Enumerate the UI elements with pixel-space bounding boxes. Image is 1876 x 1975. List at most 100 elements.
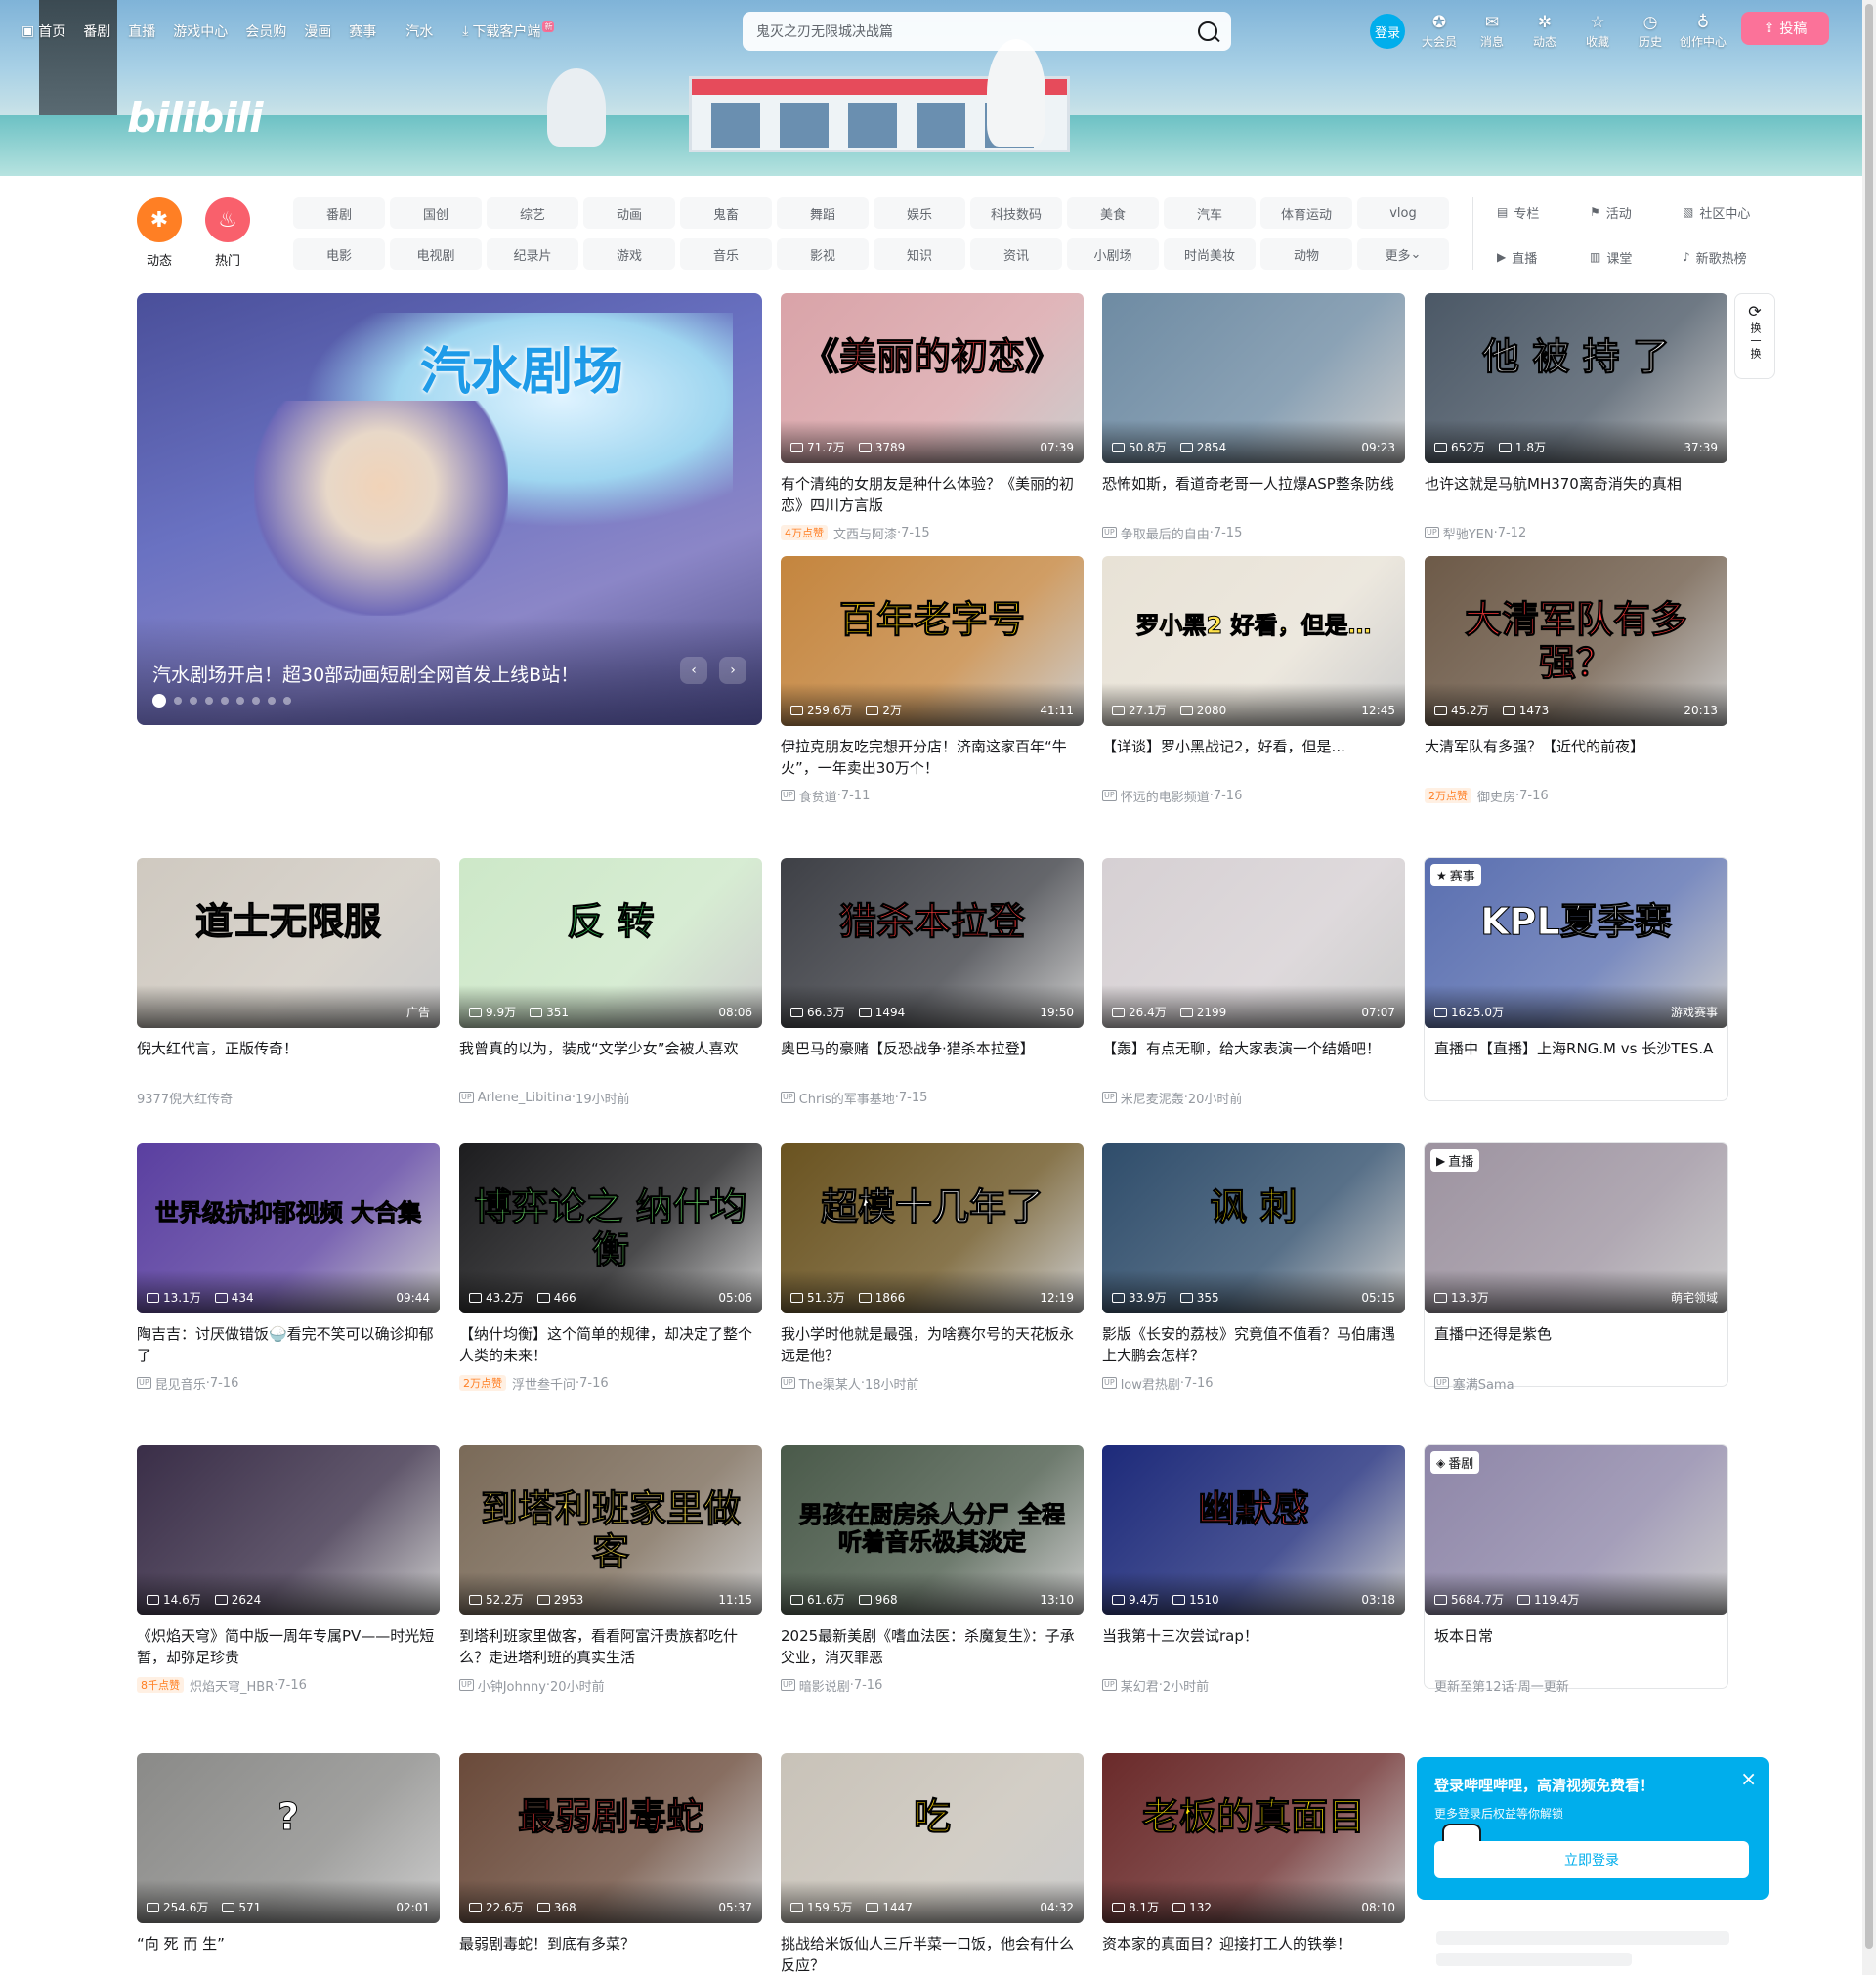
carousel-dot[interactable] xyxy=(268,697,276,705)
nav-item[interactable]: 赛事 xyxy=(349,21,376,41)
channel-tag[interactable]: 电影 xyxy=(293,238,385,270)
video-title[interactable]: “向 死 而 生” xyxy=(137,1933,440,1975)
channel-tag[interactable]: 综艺 xyxy=(487,197,578,229)
video-title[interactable]: 我小学时他就是最强，为啥赛尔号的天花板永远是他？ xyxy=(781,1323,1084,1366)
channel-tag[interactable]: 小剧场 xyxy=(1067,238,1159,270)
video-title[interactable]: 【详谈】罗小黑战记2，好看，但是... xyxy=(1102,736,1405,779)
video-thumbnail[interactable]: 14.6万 2624 xyxy=(137,1445,440,1615)
close-icon[interactable]: × xyxy=(1740,1767,1757,1790)
video-card[interactable]: 博弈论之 纳什均衡 43.2万 466 05:06 【纳什均衡】这个简单的规律，却决定了… xyxy=(459,1143,762,1393)
video-card[interactable]: 讽 刺 33.9万 355 05:15 影版《长安的荔枝》究竟值不值看？马伯庸遇上大鹏会… xyxy=(1102,1143,1405,1393)
video-card[interactable]: 男孩在厨房杀人分尸 全程听着音乐极其淡定 61.6万 968 13:10 2025最新美… xyxy=(781,1445,1084,1695)
hero-prev-button[interactable]: ‹ xyxy=(680,657,707,684)
nav-item[interactable]: 直播 xyxy=(128,21,155,41)
video-title[interactable]: 【轰】有点无聊，给大家表演一个结婚吧！ xyxy=(1102,1038,1405,1081)
video-thumbnail[interactable]: 反 转 9.9万 351 08:06 xyxy=(459,858,762,1028)
nav-item[interactable]: 漫画 xyxy=(304,21,331,41)
video-card[interactable]: 超模十几年了 51.3万 1866 12:19 我小学时他就是最强，为啥赛尔号的天花板永… xyxy=(781,1143,1084,1393)
uploader-name[interactable]: 浮世叁千问 xyxy=(512,1374,576,1393)
side-link[interactable]: ▤ 专栏 xyxy=(1497,203,1575,222)
video-title[interactable]: 奥巴马的豪赌【反恐战争·猎杀本拉登】 xyxy=(781,1038,1084,1081)
uploader-name[interactable]: 塞满Sama xyxy=(1453,1374,1514,1393)
video-card[interactable]: 反 转 9.9万 351 08:06 我曾真的以为，装成“文学少女”会被人喜欢 UP Arl… xyxy=(459,858,762,1107)
video-title[interactable]: 【纳什均衡】这个简单的规律，却决定了整个人类的未来！ xyxy=(459,1323,762,1366)
uploader-name[interactable]: 争取最后的自由 xyxy=(1121,524,1210,542)
hero-carousel[interactable]: 汽水剧场 汽水剧场开启！超30部动画短剧全网首发上线B站！ ‹ › xyxy=(137,293,762,725)
video-title[interactable]: 最弱剧毒蛇！到底有多菜？ xyxy=(459,1933,762,1975)
video-thumbnail[interactable]: 50.8万 2854 09:23 xyxy=(1102,293,1405,463)
channel-hot[interactable]: ♨ 热门 xyxy=(205,197,250,269)
upload-button[interactable]: ⇪ 投稿 xyxy=(1741,12,1829,45)
carousel-dot[interactable] xyxy=(152,694,166,708)
carousel-dot[interactable] xyxy=(221,697,229,705)
channel-tag[interactable]: 国创 xyxy=(390,197,482,229)
video-card[interactable]: 26.4万 2199 07:07 【轰】有点无聊，给大家表演一个结婚吧！ UP 米尼麦泥轰… xyxy=(1102,858,1405,1107)
channel-tag[interactable]: 知识 xyxy=(874,238,965,270)
channel-tag[interactable]: 体育运动 xyxy=(1260,197,1352,229)
hero-caption[interactable]: 汽水剧场开启！超30部动画短剧全网首发上线B站！ xyxy=(152,661,578,687)
side-link[interactable]: ♪ 新歌热榜 xyxy=(1683,248,1780,267)
channel-tag[interactable]: 资讯 xyxy=(970,238,1062,270)
video-card[interactable]: 世界级抗抑郁视频 大合集 13.1万 434 09:44 陶吉吉：讨厌做错饭🍚看完不笑可… xyxy=(137,1143,440,1393)
uploader-name[interactable]: 犁驰YEN xyxy=(1443,524,1494,542)
channel-tag[interactable]: 舞蹈 xyxy=(777,197,869,229)
uploader-name[interactable]: 更新至第12话 xyxy=(1434,1676,1514,1695)
video-card[interactable]: 幽默感 9.4万 1510 03:18 当我第十三次尝试rap！ UP 某幻君 · 2小时前 xyxy=(1102,1445,1405,1695)
channel-tag[interactable]: 汽车 xyxy=(1164,197,1256,229)
channel-tag[interactable]: 鬼畜 xyxy=(680,197,772,229)
video-thumbnail[interactable]: ▶ 直播 13.3万 萌宅领域 xyxy=(1425,1143,1727,1313)
uploader-name[interactable]: 食贫道 xyxy=(799,787,837,805)
video-card[interactable]: 猎杀本拉登 66.3万 1494 19:50 奥巴马的豪赌【反恐战争·猎杀本拉登】 UP C… xyxy=(781,858,1084,1107)
right-nav-item[interactable]: ♁ 创作中心 xyxy=(1677,12,1729,50)
video-thumbnail[interactable]: 世界级抗抑郁视频 大合集 13.1万 434 09:44 xyxy=(137,1143,440,1313)
side-link[interactable]: ▶ 直播 xyxy=(1497,248,1575,267)
video-thumbnail[interactable]: 猎杀本拉登 66.3万 1494 19:50 xyxy=(781,858,1084,1028)
video-card[interactable]: 到塔利班家里做客 52.2万 2953 11:15 到塔利班家里做客，看看阿富汗贵族都吃… xyxy=(459,1445,762,1695)
video-thumbnail[interactable]: 罗小黑2 好看，但是… 27.1万 2080 12:45 xyxy=(1102,556,1405,726)
video-thumbnail[interactable]: 百年老字号 259.6万 2万 41:11 xyxy=(781,556,1084,726)
uploader-name[interactable]: Arlene_Libitina xyxy=(478,1091,572,1105)
carousel-dot[interactable] xyxy=(236,697,244,705)
channel-tag[interactable]: 影视 xyxy=(777,238,869,270)
channel-tag[interactable]: 动画 xyxy=(583,197,675,229)
scrollbar[interactable] xyxy=(1862,0,1876,1975)
right-nav-item[interactable]: ✪ 大会员 xyxy=(1413,12,1466,50)
video-title[interactable]: 倪大红代言，正版传奇！ xyxy=(137,1038,440,1081)
uploader-name[interactable]: 文西与阿漆 xyxy=(833,524,897,542)
video-card[interactable]: 吃 159.5万 1447 04:32 挑战给米饭仙人三斤半菜一口饭，他会有什么反应？ xyxy=(781,1753,1084,1975)
video-card[interactable]: ◈ 番剧 5684.7万 119.4万 坂本日常 更新至第12话 · 周一更新 xyxy=(1425,1445,1727,1695)
carousel-dot[interactable] xyxy=(190,697,197,705)
refresh-button[interactable]: ⟳ 换一换 xyxy=(1734,293,1775,379)
video-card[interactable]: 罗小黑2 好看，但是… 27.1万 2080 12:45 【详谈】罗小黑战记2，好看，但… xyxy=(1102,556,1405,805)
side-link[interactable]: ▥ 课堂 xyxy=(1590,248,1668,267)
video-thumbnail[interactable]: 博弈论之 纳什均衡 43.2万 466 05:06 xyxy=(459,1143,762,1313)
right-nav-item[interactable]: ✲ 动态 xyxy=(1518,12,1571,50)
carousel-dot[interactable] xyxy=(252,697,260,705)
carousel-dot[interactable] xyxy=(283,697,291,705)
video-thumbnail[interactable]: 道士无限服 广告 xyxy=(137,858,440,1028)
video-thumbnail[interactable]: 超模十几年了 51.3万 1866 12:19 xyxy=(781,1143,1084,1313)
video-thumbnail[interactable]: 《美丽的初恋》 71.7万 3789 07:39 xyxy=(781,293,1084,463)
video-thumbnail[interactable]: 最弱剧毒蛇 22.6万 368 05:37 xyxy=(459,1753,762,1923)
video-thumbnail[interactable]: 大清军队有多强？ 45.2万 1473 20:13 xyxy=(1425,556,1727,726)
channel-tag[interactable]: 更多 ⌄ xyxy=(1357,238,1449,270)
right-nav-item[interactable]: ✉ 消息 xyxy=(1466,12,1518,50)
video-card[interactable]: 老板的真面目 8.1万 132 08:10 资本家的真面目？迎接打工人的铁拳！ xyxy=(1102,1753,1405,1975)
channel-tag[interactable]: 科技数码 xyxy=(970,197,1062,229)
video-card[interactable]: 大清军队有多强？ 45.2万 1473 20:13 大清军队有多强？【近代的前夜】 2万点… xyxy=(1425,556,1727,805)
video-card[interactable]: KPL夏季赛 ★ 赛事 1625.0万 游戏赛事 直播中【直播】上海RNG.M vs 长沙… xyxy=(1425,858,1727,1100)
uploader-name[interactable]: 9377倪大红传奇 xyxy=(137,1089,233,1107)
nav-item[interactable]: 番剧 xyxy=(83,21,110,41)
video-title[interactable]: 资本家的真面目？迎接打工人的铁拳！ xyxy=(1102,1933,1405,1975)
channel-tag[interactable]: 纪录片 xyxy=(487,238,578,270)
channel-tag[interactable]: 番剧 xyxy=(293,197,385,229)
video-title[interactable]: 2025最新美剧《嗜血法医：杀魔复生》：子承父业，消灭罪恶 xyxy=(781,1625,1084,1668)
login-avatar-button[interactable]: 登录 xyxy=(1370,14,1405,49)
video-title[interactable]: 伊拉克朋友吃完想开分店！济南这家百年“牛火”，一年卖出30万个！ xyxy=(781,736,1084,779)
video-thumbnail[interactable]: 吃 159.5万 1447 04:32 xyxy=(781,1753,1084,1923)
video-title[interactable]: 恐怖如斯，看道奇老哥一人拉爆ASP整条防线 xyxy=(1102,473,1405,516)
video-card[interactable]: 最弱剧毒蛇 22.6万 368 05:37 最弱剧毒蛇！到底有多菜？ xyxy=(459,1753,762,1975)
channel-tag[interactable]: vlog xyxy=(1357,197,1449,229)
carousel-dot[interactable] xyxy=(174,697,182,705)
scrollbar-thumb[interactable] xyxy=(1865,4,1873,1949)
